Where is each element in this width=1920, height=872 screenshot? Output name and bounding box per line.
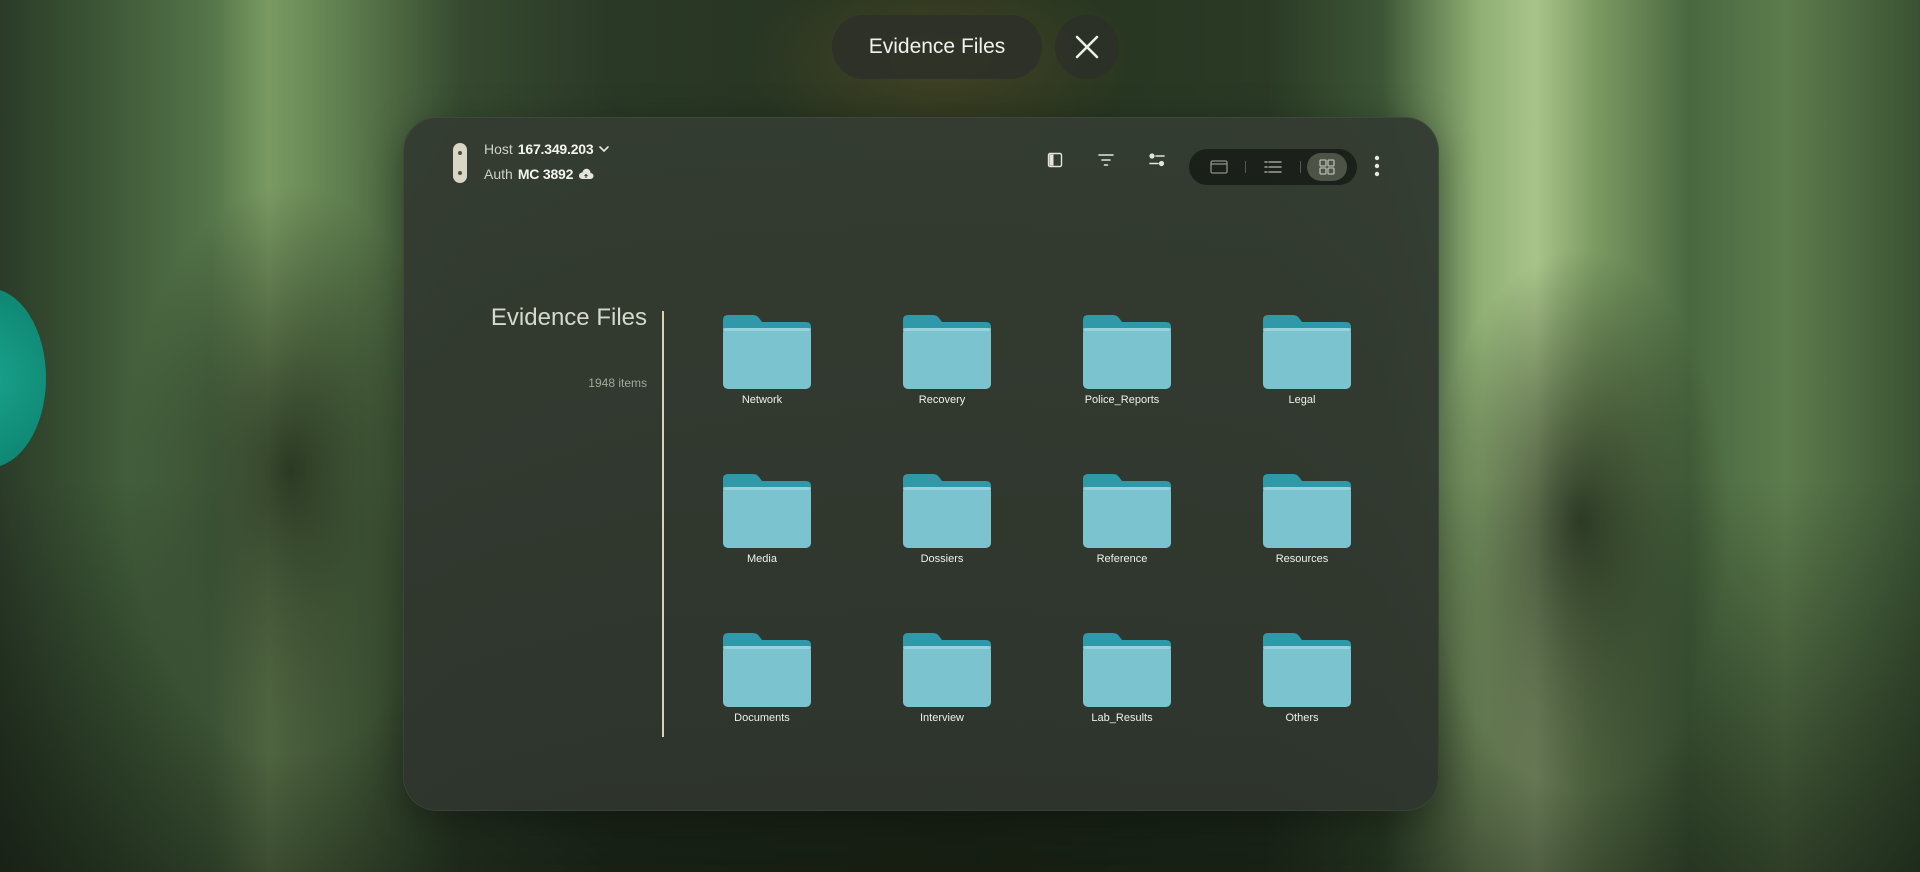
- list-view-button[interactable]: [1253, 153, 1293, 181]
- folder-label: Dossiers: [920, 553, 964, 565]
- folder-icon: [723, 315, 811, 389]
- filter-icon: [1098, 154, 1114, 166]
- folder-icon: [723, 474, 811, 548]
- view-mode-selector: [1189, 149, 1357, 185]
- file-browser-window: Host 167.349.203 Auth MC 3892 Evidence F…: [403, 117, 1439, 811]
- toggle-sidebar-button[interactable]: [1044, 149, 1066, 171]
- folder-item[interactable]: Network: [697, 312, 827, 422]
- folder-label: Media: [747, 553, 777, 565]
- more-vertical-icon: [1374, 155, 1380, 177]
- view-separator: [1300, 161, 1301, 173]
- folder-item[interactable]: Legal: [1237, 312, 1367, 422]
- folder-item[interactable]: Others: [1237, 630, 1367, 740]
- list-view-icon: [1264, 161, 1282, 173]
- folder-icon: [1083, 474, 1171, 548]
- folder-label: Legal: [1288, 394, 1316, 406]
- folder-label: Police_Reports: [1084, 394, 1160, 406]
- folder-label: Lab_Results: [1091, 712, 1153, 724]
- folder-icon: [903, 315, 991, 389]
- folder-label: Others: [1285, 712, 1319, 724]
- auth-value: MC 3892: [517, 166, 574, 182]
- window-title-pill: Evidence Files: [832, 15, 1042, 79]
- folder-label: Documents: [734, 712, 790, 724]
- adjust-button[interactable]: [1146, 149, 1168, 171]
- sliders-icon: [1149, 153, 1165, 167]
- grid-view-icon: [1319, 159, 1335, 175]
- host-value: 167.349.203: [517, 141, 594, 157]
- vertical-divider: [662, 311, 664, 737]
- sidebar-icon: [1047, 152, 1063, 168]
- folder-item[interactable]: Media: [697, 471, 827, 581]
- folder-label: Recovery: [918, 394, 966, 406]
- folder-icon: [903, 474, 991, 548]
- grid-view-button[interactable]: [1307, 153, 1347, 181]
- view-separator: [1245, 161, 1246, 173]
- folder-item[interactable]: Dossiers: [877, 471, 1007, 581]
- folder-item[interactable]: Recovery: [877, 312, 1007, 422]
- window-title: Evidence Files: [868, 35, 1006, 58]
- folder-item[interactable]: Reference: [1057, 471, 1187, 581]
- folder-title: Evidence Files: [490, 304, 647, 331]
- folder-label: Network: [741, 394, 783, 406]
- filter-button[interactable]: [1095, 149, 1117, 171]
- window-view-button[interactable]: [1199, 153, 1239, 181]
- folder-icon: [1083, 633, 1171, 707]
- auth-info: Auth MC 3892: [484, 166, 594, 182]
- item-count: 1948 items: [588, 376, 647, 390]
- folder-icon: [1263, 633, 1351, 707]
- auth-label: Auth: [484, 166, 513, 182]
- host-label: Host: [484, 141, 513, 157]
- folder-label: Reference: [1096, 553, 1148, 565]
- close-button[interactable]: [1055, 15, 1119, 79]
- folder-label: Resources: [1275, 553, 1329, 565]
- more-options-button[interactable]: [1370, 153, 1384, 179]
- folder-label: Interview: [919, 712, 965, 724]
- window-view-icon: [1210, 160, 1228, 174]
- folder-icon: [1083, 315, 1171, 389]
- folder-icon: [1263, 315, 1351, 389]
- folder-item[interactable]: Lab_Results: [1057, 630, 1187, 740]
- chevron-down-icon: [599, 146, 610, 153]
- folder-icon: [1263, 474, 1351, 548]
- cloud-icon: [579, 168, 594, 179]
- teal-orb-decoration: [0, 288, 46, 468]
- window-handle[interactable]: [453, 143, 467, 183]
- folder-item[interactable]: Interview: [877, 630, 1007, 740]
- close-icon: [1075, 35, 1099, 59]
- folder-item[interactable]: Police_Reports: [1057, 312, 1187, 422]
- host-selector[interactable]: Host 167.349.203: [484, 141, 610, 157]
- folder-item[interactable]: Documents: [697, 630, 827, 740]
- folder-item[interactable]: Resources: [1237, 471, 1367, 581]
- folder-icon: [903, 633, 991, 707]
- folder-icon: [723, 633, 811, 707]
